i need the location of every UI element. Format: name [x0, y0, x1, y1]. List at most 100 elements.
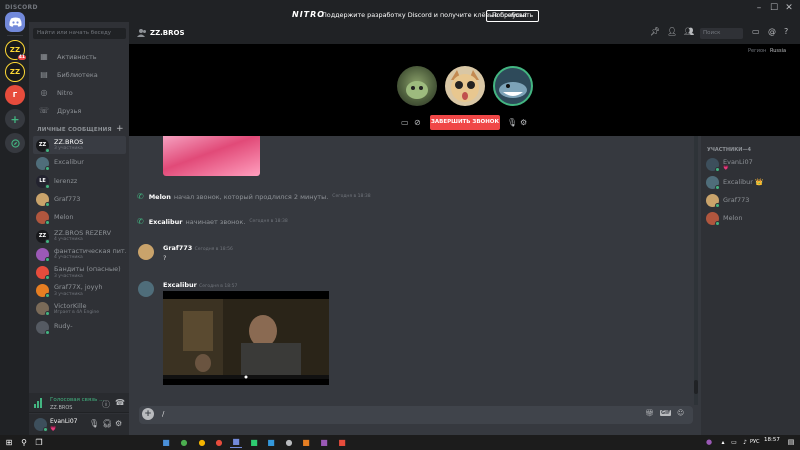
maximize-icon[interactable]: ☐ [767, 2, 781, 14]
message-author[interactable]: Excalibur [163, 281, 197, 289]
message-author[interactable]: Graf773 [163, 244, 192, 252]
timestamp: Сегодня в 18:38 [249, 219, 288, 224]
region-select[interactable]: Russia [770, 48, 786, 54]
server-zz-bros[interactable]: ZZ 41 [5, 40, 27, 61]
avatar[interactable] [138, 281, 154, 297]
tray-icon[interactable]: ● [703, 436, 715, 448]
taskbar-app-icon[interactable]: ● [178, 436, 190, 448]
add-member-icon[interactable]: 👤︎ [667, 27, 677, 36]
discord-logo-icon [8, 17, 22, 27]
taskbar-app-icon[interactable]: ■ [160, 436, 172, 448]
clock[interactable]: 18:57 [764, 437, 780, 443]
status-dot [45, 147, 50, 153]
call-participant-avatar[interactable] [445, 66, 485, 106]
status-dot [45, 202, 50, 208]
message-input[interactable] [139, 406, 693, 424]
video-off-icon[interactable]: ⊘ [414, 118, 421, 127]
screen-share-icon[interactable]: ▭ [401, 118, 409, 127]
system-actor[interactable]: Melon [149, 193, 171, 201]
dm-item[interactable]: ZZ ZZ.BROS 3 участника [33, 136, 126, 154]
headphones-icon[interactable]: 🎧︎ [102, 419, 112, 428]
disconnect-icon[interactable]: ☎ [115, 398, 125, 407]
members-list-icon[interactable]: 👥︎ [684, 27, 694, 36]
microphone-icon[interactable]: 🎙︎ [507, 118, 517, 127]
voice-server[interactable]: ZZ.BROS [50, 405, 72, 411]
nitro-try-button[interactable]: Попробовать [486, 10, 540, 22]
dm-item[interactable]: Graf773 [33, 191, 126, 209]
dm-item[interactable]: VictorKille Играет в 4A Engine [33, 300, 126, 318]
taskbar-app-icon[interactable]: ■ [265, 436, 277, 448]
help-icon[interactable]: ? [784, 27, 788, 36]
dm-item[interactable]: Rudy- [33, 318, 126, 336]
server-label: ZZ [9, 68, 21, 76]
mention-icon[interactable]: @ [768, 27, 776, 36]
chat-scrollbar[interactable] [694, 136, 698, 405]
explore-servers-button[interactable] [5, 133, 25, 153]
image-attachment[interactable] [163, 136, 260, 176]
add-server-button[interactable]: + [5, 109, 25, 129]
upload-button[interactable]: + [142, 408, 154, 420]
nav-friends[interactable]: ☏ Друзья [33, 103, 126, 118]
member-item[interactable]: Graf773 [706, 193, 749, 208]
call-participant-avatar[interactable] [397, 66, 437, 106]
dm-item[interactable]: Бандиты (опасные) 3 участника [33, 263, 126, 281]
dm-item[interactable]: Graf77X, joyyh 3 участника [33, 282, 126, 300]
compass-icon [10, 138, 20, 148]
taskbar-app-icon[interactable]: ■ [336, 436, 348, 448]
nav-activity[interactable]: ▦ Активность [33, 49, 126, 64]
avatar[interactable] [34, 418, 48, 432]
info-icon[interactable]: ⓘ [102, 399, 110, 410]
nav-nitro[interactable]: ◎ Nitro [33, 85, 126, 100]
microphone-icon[interactable]: 🎙︎ [89, 419, 99, 428]
member-item[interactable]: Excalibur 👑 [706, 175, 763, 190]
system-message: ✆ Excalibur начинает звонок. Сегодня в 18:3… [137, 217, 288, 226]
search-input[interactable]: Поиск [700, 28, 743, 39]
taskbar-steam-icon[interactable]: ● [283, 436, 295, 448]
search-icon[interactable]: ⚲ [18, 436, 30, 448]
gear-icon[interactable]: ⚙ [520, 118, 527, 127]
home-button[interactable] [5, 12, 25, 32]
member-item[interactable]: EvanLi07 💗 [706, 157, 753, 172]
call-participant-avatar-speaking[interactable] [493, 66, 533, 106]
gif-button[interactable]: GIF [660, 410, 672, 416]
close-icon[interactable]: ✕ [782, 2, 796, 14]
dm-item[interactable]: Melon [33, 209, 126, 227]
taskbar-app-icon[interactable]: ■ [300, 436, 312, 448]
emoji-icon[interactable]: ☺ [677, 409, 684, 417]
avatar[interactable] [138, 244, 154, 260]
minimize-icon[interactable]: – [752, 2, 766, 14]
cat-avatar [451, 70, 479, 102]
scrollbar-thumb[interactable] [694, 380, 698, 394]
system-actor[interactable]: Excalibur [149, 218, 183, 226]
task-view-icon[interactable]: ❐ [33, 436, 45, 448]
message-header: Graf773 Сегодня в 18:56 [163, 244, 233, 252]
taskbar-discord-icon[interactable]: ■ [230, 436, 242, 448]
end-call-button[interactable]: ЗАВЕРШИТЬ ЗВОНОК [430, 115, 500, 130]
language-indicator[interactable]: РУС [750, 439, 760, 445]
taskbar-app-icon[interactable]: ● [213, 436, 225, 448]
pin-icon[interactable]: 📌︎ [650, 27, 660, 36]
gear-icon[interactable]: ⚙ [115, 419, 122, 428]
dm-item[interactable]: ZZ ZZ.BROS REZERV 4 участника [33, 227, 126, 245]
create-dm-icon[interactable]: + [116, 124, 124, 134]
taskbar-app-icon[interactable]: ■ [318, 436, 330, 448]
avatar-initials: ZZ [38, 142, 47, 148]
inbox-icon[interactable]: ▭ [752, 27, 760, 36]
notifications-icon[interactable]: ▤ [785, 436, 797, 448]
dm-item[interactable]: фантастическая пит... 4 участника [33, 245, 126, 263]
dm-search-input[interactable]: Найти или начать беседу [33, 28, 126, 39]
nitro-logo: NITRO [292, 10, 326, 19]
member-item[interactable]: Melon [706, 211, 743, 226]
message-input-value[interactable]: / [162, 410, 164, 418]
user-name: EvanLi07 [50, 418, 78, 425]
dm-item[interactable]: LE lerenzz [33, 172, 126, 190]
server-bandity[interactable]: Г [5, 85, 25, 105]
windows-start-icon[interactable]: ⊞ [3, 436, 15, 448]
taskbar-app-icon[interactable]: ● [196, 436, 208, 448]
server-zz-rezerv[interactable]: ZZ [5, 62, 25, 82]
gift-icon[interactable]: 🎁︎ [645, 409, 654, 417]
taskbar-app-icon[interactable]: ■ [248, 436, 260, 448]
video-attachment[interactable] [163, 291, 329, 385]
nav-library[interactable]: ▤ Библиотека [33, 67, 126, 82]
dm-item[interactable]: Excalibur [33, 154, 126, 172]
